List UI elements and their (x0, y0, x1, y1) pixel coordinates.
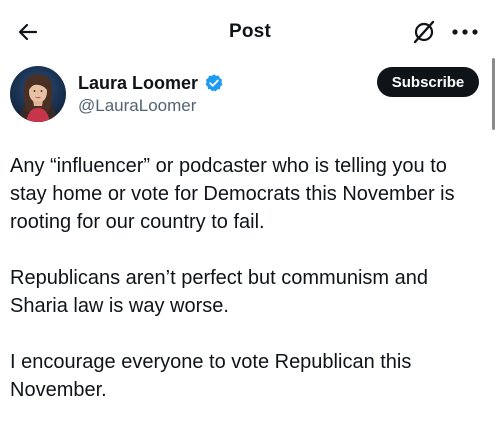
subscribe-button[interactable]: Subscribe (377, 67, 479, 97)
tweet-paragraph: Republicans aren’t perfect but communism… (10, 267, 428, 317)
profile-photo (10, 66, 66, 122)
grok-icon (413, 20, 435, 44)
more-horizontal-icon (452, 29, 478, 35)
more-options-button[interactable] (448, 20, 482, 44)
author-handle[interactable]: @LauraLoomer (78, 96, 196, 116)
grok-button[interactable] (410, 18, 438, 46)
author-name-row: Laura Loomer (78, 71, 224, 95)
tweet-paragraph: I encourage everyone to vote Republican … (10, 351, 412, 401)
top-bar: Post (0, 0, 500, 62)
tweet-paragraph: Any “influencer” or podcaster who is tel… (10, 155, 455, 233)
avatar[interactable] (10, 66, 66, 122)
tweet-text: Any “influencer” or podcaster who is tel… (10, 152, 488, 432)
scrollbar[interactable] (492, 58, 495, 130)
author-name[interactable]: Laura Loomer (78, 73, 198, 94)
verified-badge-icon (204, 73, 224, 93)
